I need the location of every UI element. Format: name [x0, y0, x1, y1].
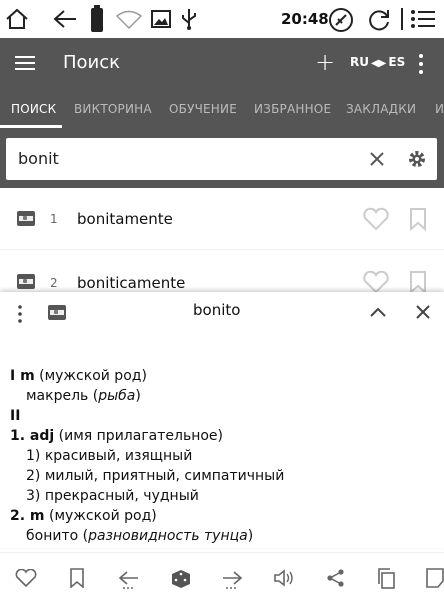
- tab-bar: ПОИСК ВИКТОРИНА ОБУЧЕНИЕ ИЗБРАННОЕ ЗАКЛА…: [0, 90, 444, 128]
- hamburger-menu-icon[interactable]: [15, 55, 35, 71]
- flag-icon: [17, 211, 35, 226]
- tab-favorites[interactable]: ИЗБРАННОЕ: [254, 102, 331, 116]
- definition-line: 1. adj (имя прилагательное): [10, 428, 223, 444]
- result-index: 2: [50, 276, 58, 290]
- definition-italic: рыба: [98, 388, 136, 404]
- definition-bold: 2. m: [10, 508, 45, 524]
- search-area: bonit: [0, 128, 444, 192]
- image-icon: [151, 10, 171, 28]
- language-switch[interactable]: RU ◀▶ ES: [350, 55, 405, 75]
- random-dice-icon[interactable]: [171, 569, 191, 589]
- definition-line: 2) милый, приятный, симпатичный: [26, 468, 284, 484]
- add-button[interactable]: +: [315, 48, 335, 76]
- tab-learning[interactable]: ОБУЧЕНИЕ: [169, 102, 237, 116]
- definition-pre: 3) прекрасный, чудный: [26, 488, 199, 504]
- status-bar: 20:48: [0, 0, 444, 38]
- definition-post: ): [135, 388, 141, 404]
- bookmark-icon[interactable]: [409, 207, 427, 231]
- definition-post: ): [247, 528, 254, 544]
- share-icon[interactable]: [326, 568, 346, 588]
- heart-icon[interactable]: [15, 569, 37, 587]
- chevron-up-icon[interactable]: [370, 307, 386, 317]
- status-divider: [401, 8, 403, 30]
- home-icon[interactable]: [4, 7, 30, 31]
- definition-pre: макрель (: [26, 388, 99, 404]
- list-item[interactable]: 1 bonitamente: [0, 188, 444, 250]
- result-index: 1: [50, 212, 58, 226]
- search-input[interactable]: bonit: [18, 149, 59, 168]
- definition-line: I m (мужской род): [10, 368, 147, 384]
- bookmark-icon[interactable]: [70, 568, 84, 588]
- headword: bonito: [193, 301, 241, 319]
- close-icon[interactable]: [416, 305, 430, 319]
- definition-line: 1) красивый, изящный: [26, 448, 192, 464]
- definition-pre: бонито (: [26, 528, 89, 544]
- tab-quiz[interactable]: ВИКТОРИНА: [74, 102, 152, 116]
- definition-bold: 1. adj: [10, 428, 55, 444]
- lang-from: RU: [350, 55, 369, 69]
- clear-icon[interactable]: [370, 152, 384, 166]
- definition-line: II: [10, 408, 20, 424]
- bottom-toolbar: [0, 552, 444, 600]
- panel-menu-icon[interactable]: [17, 304, 23, 324]
- page-title: Поиск: [63, 52, 121, 73]
- definition-italic: разновидность тунца: [88, 528, 248, 544]
- menu-list-icon[interactable]: [410, 9, 436, 29]
- note-icon[interactable]: [426, 568, 444, 588]
- bookmark-icon[interactable]: [409, 270, 427, 294]
- refresh-icon[interactable]: [366, 7, 392, 33]
- flag-icon: [17, 274, 35, 289]
- result-word: boniticamente: [77, 274, 186, 292]
- copy-icon[interactable]: [376, 567, 396, 589]
- clock: 20:48: [281, 10, 329, 28]
- definition-pre: 2) милый, приятный, симпатичный: [26, 468, 285, 484]
- definition-text: (мужской род): [34, 368, 147, 384]
- next-arrow-icon[interactable]: [221, 569, 243, 591]
- clean-icon[interactable]: [328, 7, 354, 33]
- definition-text: (мужской род): [44, 508, 157, 524]
- definition-bold: I m: [10, 368, 35, 384]
- tab-more[interactable]: И: [435, 102, 444, 116]
- swap-icon: ◀▶: [370, 58, 387, 69]
- tab-bookmarks[interactable]: ЗАКЛАДКИ: [346, 102, 416, 116]
- definition-line: бонито (разновидность тунца): [26, 528, 253, 544]
- heart-icon[interactable]: [362, 270, 390, 294]
- wifi-icon: [116, 10, 142, 30]
- battery-icon: [91, 5, 103, 32]
- definition-text: (имя прилагательное): [54, 428, 224, 444]
- lang-to: ES: [388, 55, 406, 69]
- back-arrow-icon[interactable]: [52, 8, 78, 30]
- settings-gear-icon[interactable]: [406, 148, 428, 170]
- usb-icon: [182, 9, 196, 30]
- flag-icon: [48, 305, 66, 320]
- definition-line: 3) прекрасный, чудный: [26, 488, 199, 504]
- app-bar: Поиск + RU ◀▶ ES: [0, 38, 444, 90]
- heart-icon[interactable]: [362, 207, 390, 231]
- definition-bold: II: [10, 408, 21, 424]
- definition-panel: bonito I m (мужской род) макрель (рыба) II…: [0, 292, 444, 548]
- previous-arrow-icon[interactable]: [118, 569, 140, 591]
- definition-line: макрель (рыба): [26, 388, 141, 404]
- tab-search[interactable]: ПОИСК: [11, 102, 56, 116]
- search-box: bonit: [6, 138, 437, 180]
- definition-pre: 1) красивый, изящный: [26, 448, 193, 464]
- overflow-menu-icon[interactable]: [418, 53, 424, 75]
- result-word: bonitamente: [77, 210, 173, 228]
- definition-line: 2. m (мужской род): [10, 508, 157, 524]
- speaker-icon[interactable]: [273, 568, 295, 588]
